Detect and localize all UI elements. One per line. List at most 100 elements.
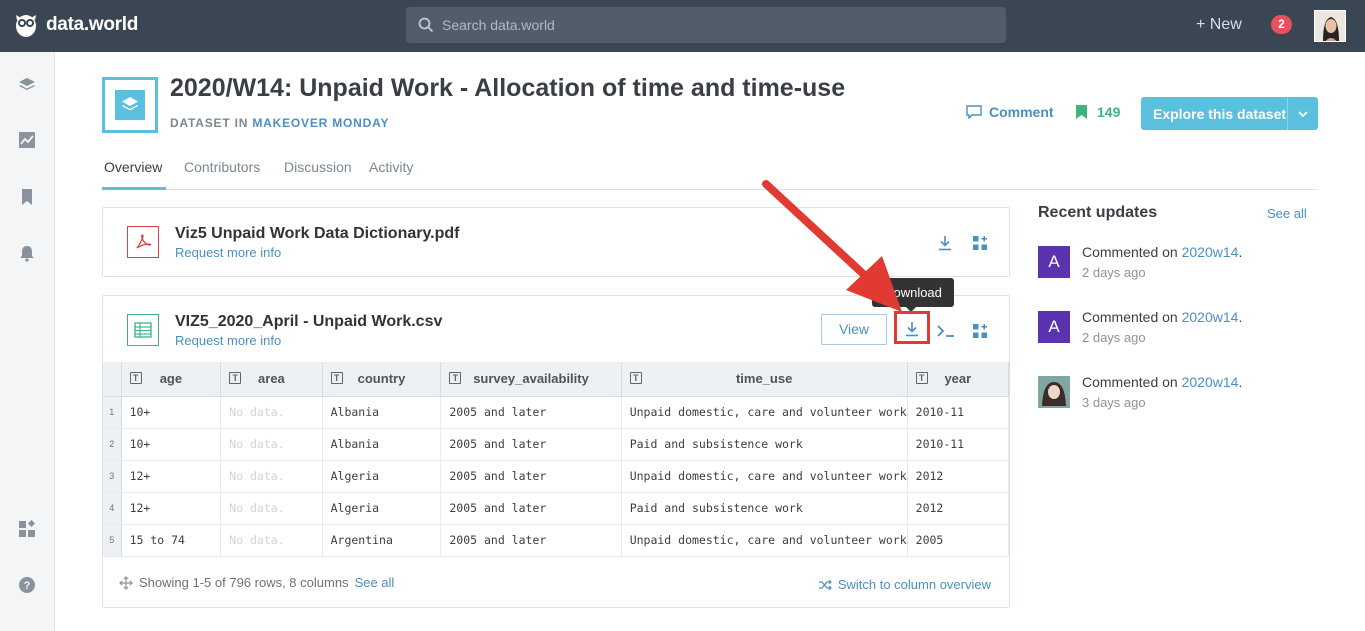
pdf-download-button[interactable] — [935, 233, 955, 253]
update-time: 2 days ago — [1082, 330, 1146, 345]
column-header-label: year — [944, 371, 972, 387]
bookmark-icon[interactable] — [18, 188, 36, 206]
column-header[interactable]: Tage — [121, 362, 222, 397]
user-avatar[interactable] — [1314, 10, 1346, 42]
tab-activity[interactable]: Activity — [369, 159, 413, 175]
cell-area[interactable]: No data. — [220, 460, 323, 493]
cell-survey-availability[interactable]: 2005 and later — [440, 524, 622, 556]
user-avatar[interactable]: A — [1038, 246, 1070, 278]
update-target-link[interactable]: 2020w14 — [1182, 309, 1239, 325]
update-target-link[interactable]: 2020w14 — [1182, 244, 1239, 260]
column-header[interactable]: Tyear — [907, 362, 1009, 397]
query-button[interactable] — [936, 321, 956, 341]
layers-icon[interactable] — [18, 76, 36, 94]
update-action: Commented on — [1082, 309, 1182, 325]
cell-time-use[interactable]: Paid and subsistence work — [621, 492, 908, 525]
apps-plus-icon — [973, 324, 987, 338]
csv-more-actions-button[interactable] — [970, 321, 990, 341]
cell-age[interactable]: 15 to 74 — [121, 524, 222, 556]
cell-time-use[interactable]: Unpaid domestic, care and volunteer work — [621, 396, 908, 429]
cell-country[interactable]: Albania — [322, 396, 442, 429]
column-header[interactable]: Tcountry — [322, 362, 442, 397]
search-input[interactable] — [442, 17, 982, 33]
cell-age[interactable]: 10+ — [121, 428, 222, 461]
cell-age[interactable]: 10+ — [121, 396, 222, 429]
tab-contributors[interactable]: Contributors — [184, 159, 260, 175]
notifications-bell-icon[interactable] — [18, 244, 36, 262]
cell-time-use[interactable]: Paid and subsistence work — [621, 428, 908, 461]
recent-see-all-link[interactable]: See all — [1267, 206, 1307, 221]
cell-survey-availability[interactable]: 2005 and later — [440, 492, 622, 525]
dataset-layers-icon — [122, 97, 138, 111]
org-link[interactable]: MAKEOVER MONDAY — [252, 116, 389, 130]
active-tab-indicator — [102, 187, 166, 190]
cell-country[interactable]: Albania — [322, 428, 442, 461]
csv-file-name[interactable]: VIZ5_2020_April - Unpaid Work.csv — [175, 313, 442, 331]
switch-column-overview-link[interactable]: Switch to column overview — [818, 577, 991, 592]
cell-time-use[interactable]: Unpaid domestic, care and volunteer work — [621, 460, 908, 493]
explore-dropdown-toggle[interactable] — [1288, 110, 1318, 117]
help-icon[interactable]: ? — [18, 576, 36, 594]
comment-button[interactable]: Comment — [966, 104, 1054, 120]
dataset-icon — [102, 77, 158, 133]
notification-badge[interactable]: 2 — [1271, 15, 1292, 34]
comment-label: Comment — [989, 104, 1054, 120]
cell-country[interactable]: Algeria — [322, 460, 442, 493]
top-navigation-bar: data.world + New 2 — [0, 0, 1365, 52]
csv-request-info-link[interactable]: Request more info — [175, 333, 281, 348]
bookmark-button[interactable]: 149 — [1076, 104, 1120, 120]
brand-logo[interactable]: data.world — [14, 12, 138, 38]
text-type-icon: T — [129, 372, 142, 384]
tab-discussion[interactable]: Discussion — [284, 159, 352, 175]
update-suffix: . — [1238, 244, 1243, 260]
text-type-icon: T — [330, 372, 343, 384]
search-box[interactable] — [406, 7, 1006, 43]
column-header[interactable]: Ttime_use — [621, 362, 908, 397]
owl-logo-icon — [16, 15, 36, 37]
data-preview-table-wrapper[interactable]: Tage Tarea Tcountry Tsurvey_availability… — [103, 362, 1009, 556]
pdf-file-name[interactable]: Viz5 Unpaid Work Data Dictionary.pdf — [175, 225, 460, 243]
new-button[interactable]: + New — [1196, 16, 1242, 34]
cell-country[interactable]: Algeria — [322, 492, 442, 525]
cell-area[interactable]: No data. — [220, 428, 323, 461]
cell-age[interactable]: 12+ — [121, 460, 222, 493]
cell-year[interactable]: 2012 — [907, 492, 1009, 525]
cell-year[interactable]: 2010-11 — [907, 428, 1009, 461]
see-all-rows-link[interactable]: See all — [355, 575, 395, 590]
dataset-subtitle: DATASET IN MAKEOVER MONDAY — [170, 116, 389, 130]
pdf-file-icon — [127, 226, 159, 258]
column-header-label: area — [258, 371, 285, 387]
activity-chart-icon[interactable] — [18, 131, 36, 149]
file-card-csv: VIZ5_2020_April - Unpaid Work.csv Reques… — [102, 295, 1010, 608]
explore-dataset-button[interactable]: Explore this dataset — [1141, 97, 1318, 130]
cell-area[interactable]: No data. — [220, 396, 323, 429]
user-avatar[interactable] — [1038, 376, 1070, 408]
cell-survey-availability[interactable]: 2005 and later — [440, 396, 622, 429]
update-target-link[interactable]: 2020w14 — [1182, 374, 1239, 390]
cell-country[interactable]: Argentina — [322, 524, 442, 556]
apps-grid-icon[interactable] — [18, 520, 36, 538]
cell-time-use[interactable]: Unpaid domestic, care and volunteer work — [621, 524, 908, 556]
switch-label: Switch to column overview — [837, 577, 991, 592]
dataset-title: 2020/W14: Unpaid Work - Allocation of ti… — [170, 74, 846, 102]
row-number: 1 — [103, 396, 122, 429]
cell-year[interactable]: 2012 — [907, 460, 1009, 493]
cell-area[interactable]: No data. — [220, 492, 323, 525]
cell-year[interactable]: 2010-11 — [907, 396, 1009, 429]
text-type-icon: T — [915, 372, 928, 384]
column-header[interactable]: Tarea — [220, 362, 323, 397]
user-avatar[interactable]: A — [1038, 311, 1070, 343]
view-button[interactable]: View — [821, 314, 887, 345]
pdf-request-info-link[interactable]: Request more info — [175, 245, 281, 260]
update-text: Commented on 2020w14. — [1082, 309, 1242, 325]
cell-age[interactable]: 12+ — [121, 492, 222, 525]
cell-year[interactable]: 2005 — [907, 524, 1009, 556]
tab-overview[interactable]: Overview — [104, 159, 162, 175]
pdf-more-actions-button[interactable] — [970, 233, 990, 253]
text-type-icon: T — [449, 372, 462, 384]
cell-area[interactable]: No data. — [220, 524, 323, 556]
showing-text: Showing 1-5 of 796 rows, 8 columns — [139, 575, 349, 590]
cell-survey-availability[interactable]: 2005 and later — [440, 428, 622, 461]
cell-survey-availability[interactable]: 2005 and later — [440, 460, 622, 493]
column-header[interactable]: Tsurvey_availability — [440, 362, 622, 397]
